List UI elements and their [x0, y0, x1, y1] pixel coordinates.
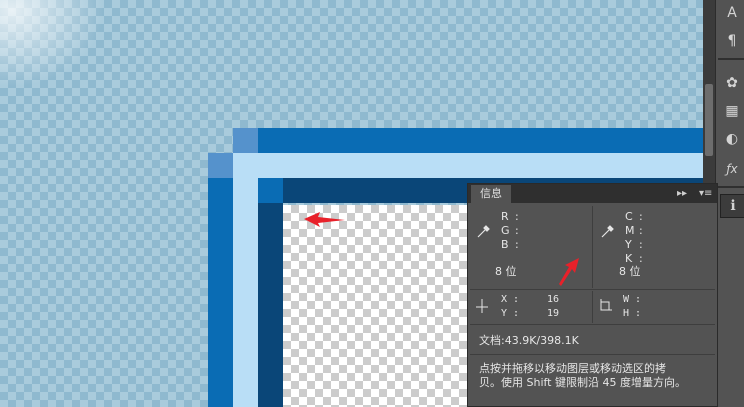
eyedropper-icon[interactable]	[599, 224, 615, 240]
frame-left-outer	[208, 178, 233, 407]
panel-header: 信息 ▸▸ ▾≡	[468, 184, 717, 203]
dock-separator	[718, 186, 744, 188]
tool-hint-line2: 贝。使用 Shift 键限制沿 45 度增量方向。	[479, 376, 686, 389]
tool-hint-line1: 点按并拖移以移动图层或移动选区的拷	[479, 362, 666, 375]
horizontal-divider	[470, 324, 715, 325]
rgb-r-colon: :	[515, 210, 519, 223]
collapse-icon[interactable]: ▸▸	[677, 184, 687, 203]
rgb-g-label: G	[501, 224, 510, 237]
cmyk-c-label: C	[625, 210, 633, 223]
rgb-b-label: B	[501, 238, 509, 251]
rgb-g-colon: :	[515, 224, 519, 237]
styles-icon[interactable]: ◐	[720, 128, 744, 150]
annotation-arrow-diagonal	[559, 258, 579, 286]
horizontal-divider	[470, 354, 715, 355]
info-panel: 信息 ▸▸ ▾≡ R : G : B : 8 位 C : M : Y : K :…	[467, 183, 718, 407]
panel-dock: A ¶ ✿ ▦ ◐ ƒx ℹ	[715, 0, 744, 407]
size-h-colon: :	[635, 308, 642, 319]
vertical-divider	[592, 291, 593, 323]
frame-left-light	[233, 178, 258, 407]
cmyk-m-label: M	[625, 224, 635, 237]
info-icon[interactable]: ℹ	[720, 194, 744, 218]
position-x-label: X	[501, 294, 508, 305]
frame-top-light	[233, 153, 703, 178]
cmyk-c-colon: :	[639, 210, 643, 223]
annotation-arrow-left	[304, 212, 345, 227]
frame-corner-outer	[233, 128, 258, 153]
tab-info[interactable]: 信息	[471, 185, 511, 203]
frame-left-dark	[258, 203, 283, 407]
horizontal-divider	[470, 289, 715, 290]
size-w-label: W	[623, 294, 630, 305]
panel-menu-icon[interactable]: ▾≡	[699, 184, 712, 203]
crosshair-icon	[476, 299, 488, 313]
cmyk-y-colon: :	[639, 238, 643, 251]
position-x-value: 16	[547, 294, 560, 305]
cmyk-bit-depth: 8 位	[619, 265, 641, 278]
swatches-icon[interactable]: ▦	[720, 100, 744, 122]
canvas-fade	[0, 0, 120, 100]
size-h-label: H	[623, 308, 630, 319]
position-x-colon: :	[513, 294, 520, 305]
character-icon[interactable]: A	[720, 2, 744, 24]
frame-corner-outer-left	[208, 153, 233, 178]
frame-corner-inner	[258, 178, 283, 203]
cmyk-k-label: K	[625, 252, 633, 265]
size-w-colon: :	[635, 294, 642, 305]
rgb-b-colon: :	[515, 238, 519, 251]
transparent-area	[283, 205, 468, 407]
rgb-r-label: R	[501, 210, 509, 223]
cmyk-k-colon: :	[639, 252, 643, 265]
actions-icon[interactable]: ƒx	[720, 158, 744, 180]
rgb-bit-depth: 8 位	[495, 265, 517, 278]
eyedropper-icon[interactable]	[475, 224, 491, 240]
document-size: 文档:43.9K/398.1K	[479, 334, 579, 347]
cmyk-m-colon: :	[639, 224, 643, 237]
cmyk-y-label: Y	[625, 238, 632, 251]
position-y-label: Y	[501, 308, 508, 319]
dock-separator	[718, 58, 744, 60]
position-y-value: 19	[547, 308, 560, 319]
scroll-thumb[interactable]	[705, 84, 713, 156]
paragraph-icon[interactable]: ¶	[720, 30, 744, 52]
brush-presets-icon[interactable]: ✿	[720, 72, 744, 94]
vertical-divider	[592, 206, 593, 288]
frame-top-outer	[258, 128, 703, 153]
selection-size-icon	[600, 299, 612, 311]
position-y-colon: :	[513, 308, 520, 319]
